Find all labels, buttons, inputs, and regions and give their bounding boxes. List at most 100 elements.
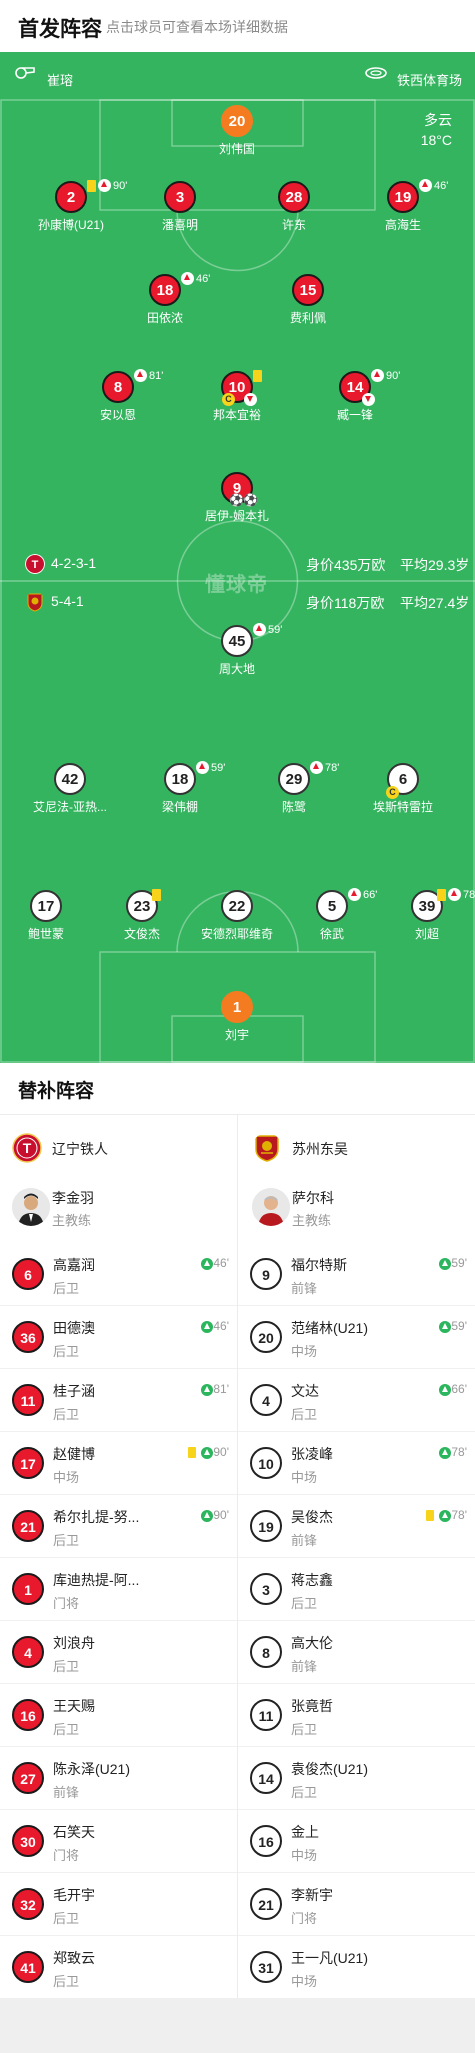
home-player-midfielder[interactable]: 18 46' 田依浓 (105, 272, 225, 326)
player-name: 臧一锋 (336, 408, 373, 422)
player-events: 90' (188, 1445, 229, 1459)
home-player-goalkeeper[interactable]: 20 刘伟国 (177, 105, 297, 157)
home-team-logo-icon: T (12, 1133, 42, 1163)
player-position: 后卫 (53, 1974, 80, 1989)
home-sub-player-row[interactable]: 32 毛开宇 后卫 (0, 1873, 237, 1936)
sub-out-icon (371, 369, 384, 383)
player-number: 3 (164, 181, 196, 213)
goal-icon: ⚽⚽ (229, 493, 258, 507)
player-position: 中场 (291, 1470, 318, 1485)
home-sub-player-row[interactable]: 6 高嘉润 后卫 46' (0, 1243, 237, 1306)
away-sub-player-row[interactable]: 14 袁俊杰(U21) 后卫 (238, 1747, 475, 1810)
away-coach[interactable]: 萨尔科 主教练 (252, 1178, 472, 1242)
player-events: 66' (439, 1382, 467, 1396)
away-player-midfielder[interactable]: 6 C 埃斯特雷拉 (343, 763, 463, 815)
home-sub-player-row[interactable]: 21 希尔扎提-努... 后卫 90' (0, 1495, 237, 1558)
player-number: 20 (250, 1321, 282, 1353)
player-number: 19 (250, 1510, 282, 1542)
player-events: 46' (201, 1319, 229, 1333)
away-sub-player-row[interactable]: 31 王一凡(U21) 中场 (238, 1936, 475, 1999)
away-player-forward[interactable]: 45 59' 周大地 (177, 623, 297, 677)
player-number: 15 (292, 274, 324, 306)
player-name: 周大地 (218, 662, 255, 676)
player-number: 20 (221, 105, 253, 137)
sub-minute: 90' (386, 369, 401, 382)
player-position: 后卫 (53, 1281, 80, 1296)
player-name: 刘浪舟 (53, 1635, 95, 1651)
away-player-midfielder[interactable]: 18 59' 梁伟棚 (120, 761, 240, 815)
coach-role: 主教练 (292, 1213, 332, 1228)
home-player-defender[interactable]: 28 许东 (234, 181, 354, 233)
player-number: 36 (12, 1321, 44, 1353)
coach-name: 李金羽 (52, 1190, 94, 1206)
player-name: 高大伦 (291, 1635, 333, 1651)
home-player-midfielder[interactable]: 8 81' 安以恩 (58, 369, 178, 423)
player-name: 安以恩 (99, 408, 136, 422)
home-sub-player-row[interactable]: 4 刘浪舟 后卫 (0, 1621, 237, 1684)
home-sub-player-row[interactable]: 1 库迪热提-阿... 门将 (0, 1558, 237, 1621)
sub-in-minute: 78' (451, 1508, 467, 1522)
home-sub-player-row[interactable]: 27 陈永泽(U21) 前锋 (0, 1747, 237, 1810)
player-number: 4 (12, 1636, 44, 1668)
player-events: 59' (439, 1256, 467, 1270)
away-sub-player-row[interactable]: 20 范绪林(U21) 中场 59' (238, 1306, 475, 1369)
sub-minute: 78' (325, 761, 340, 774)
home-player-forward[interactable]: 9 ⚽⚽ 居伊-姆本扎 (177, 472, 297, 524)
home-player-midfielder[interactable]: 15 费利佩 (248, 274, 368, 326)
referee-name: 崔瑢 (47, 73, 74, 88)
away-sub-player-row[interactable]: 3 蒋志鑫 后卫 (238, 1558, 475, 1621)
sub-in-icon (201, 1320, 214, 1333)
home-player-defender[interactable]: 2 90' 孙康博(U21) (11, 179, 131, 233)
home-player-defender[interactable]: 19 46' 高海生 (343, 179, 463, 233)
away-player-midfielder[interactable]: 42 艾尼法-亚热... (10, 763, 130, 815)
sub-minute: 78' (463, 888, 475, 901)
home-team-header[interactable]: T 辽宁铁人 (12, 1117, 232, 1177)
home-sub-player-row[interactable]: 17 赵健博 中场 90' (0, 1432, 237, 1495)
home-player-midfielder[interactable]: 10 C 邦本宜裕 (177, 369, 297, 423)
player-position: 后卫 (291, 1407, 318, 1422)
away-player-defender[interactable]: 39 78' 刘超 (367, 888, 475, 942)
player-number: 6 (12, 1258, 44, 1290)
home-player-defender[interactable]: 3 潘喜明 (120, 181, 240, 233)
away-sub-player-row[interactable]: 10 张凌峰 中场 78' (238, 1432, 475, 1495)
footer-spacer (0, 1999, 475, 2053)
player-name: 王天赐 (53, 1698, 95, 1714)
away-sub-player-row[interactable]: 9 福尔特斯 前锋 59' (238, 1243, 475, 1306)
home-sub-player-row[interactable]: 11 桂子涵 后卫 81' (0, 1369, 237, 1432)
player-number: 5 (316, 890, 348, 922)
coach-avatar (252, 1188, 290, 1226)
player-position: 门将 (53, 1848, 80, 1863)
away-sub-player-row[interactable]: 8 高大伦 前锋 (238, 1621, 475, 1684)
away-sub-player-row[interactable]: 19 吴俊杰 前锋 78' (238, 1495, 475, 1558)
player-position: 后卫 (53, 1533, 80, 1548)
home-sub-player-row[interactable]: 41 郑致云 后卫 (0, 1936, 237, 1999)
weather-condition: 多云 (424, 112, 452, 128)
sub-in-minute: 59' (451, 1319, 467, 1333)
player-name: 石笑天 (53, 1824, 95, 1840)
player-position: 门将 (291, 1911, 318, 1926)
sub-minute: 46' (434, 179, 449, 192)
away-sub-player-row[interactable]: 11 张竟哲 后卫 (238, 1684, 475, 1747)
yellow-card-icon (188, 1447, 197, 1459)
home-sub-player-row[interactable]: 16 王天赐 后卫 (0, 1684, 237, 1747)
sub-in-minute: 59' (451, 1256, 467, 1270)
player-number: 21 (12, 1510, 44, 1542)
away-sub-player-row[interactable]: 4 文达 后卫 66' (238, 1369, 475, 1432)
away-player-midfielder[interactable]: 29 78' 陈鹭 (234, 761, 354, 815)
player-name: 范绪林(U21) (291, 1320, 369, 1336)
away-sub-player-row[interactable]: 21 李新宇 门将 (238, 1873, 475, 1936)
home-sub-player-row[interactable]: 36 田德澳 后卫 46' (0, 1306, 237, 1369)
away-team-header[interactable]: 苏州东吴 (252, 1117, 472, 1177)
away-player-goalkeeper[interactable]: 1 刘宇 (177, 991, 297, 1043)
player-position: 后卫 (291, 1722, 318, 1737)
away-team-name: 苏州东吴 (292, 1141, 348, 1157)
away-sub-player-row[interactable]: 16 金上 中场 (238, 1810, 475, 1873)
sub-in-minute: 90' (213, 1508, 229, 1522)
player-name: 梁伟棚 (161, 800, 198, 814)
home-player-midfielder[interactable]: 14 90' 臧一锋 (295, 369, 415, 423)
away-team-avg-age: 平均27.4岁 (400, 595, 470, 611)
player-number: 14 (250, 1762, 282, 1794)
whistle-icon (15, 67, 35, 79)
home-coach[interactable]: 李金羽 主教练 (12, 1178, 232, 1242)
home-sub-player-row[interactable]: 30 石笑天 门将 (0, 1810, 237, 1873)
